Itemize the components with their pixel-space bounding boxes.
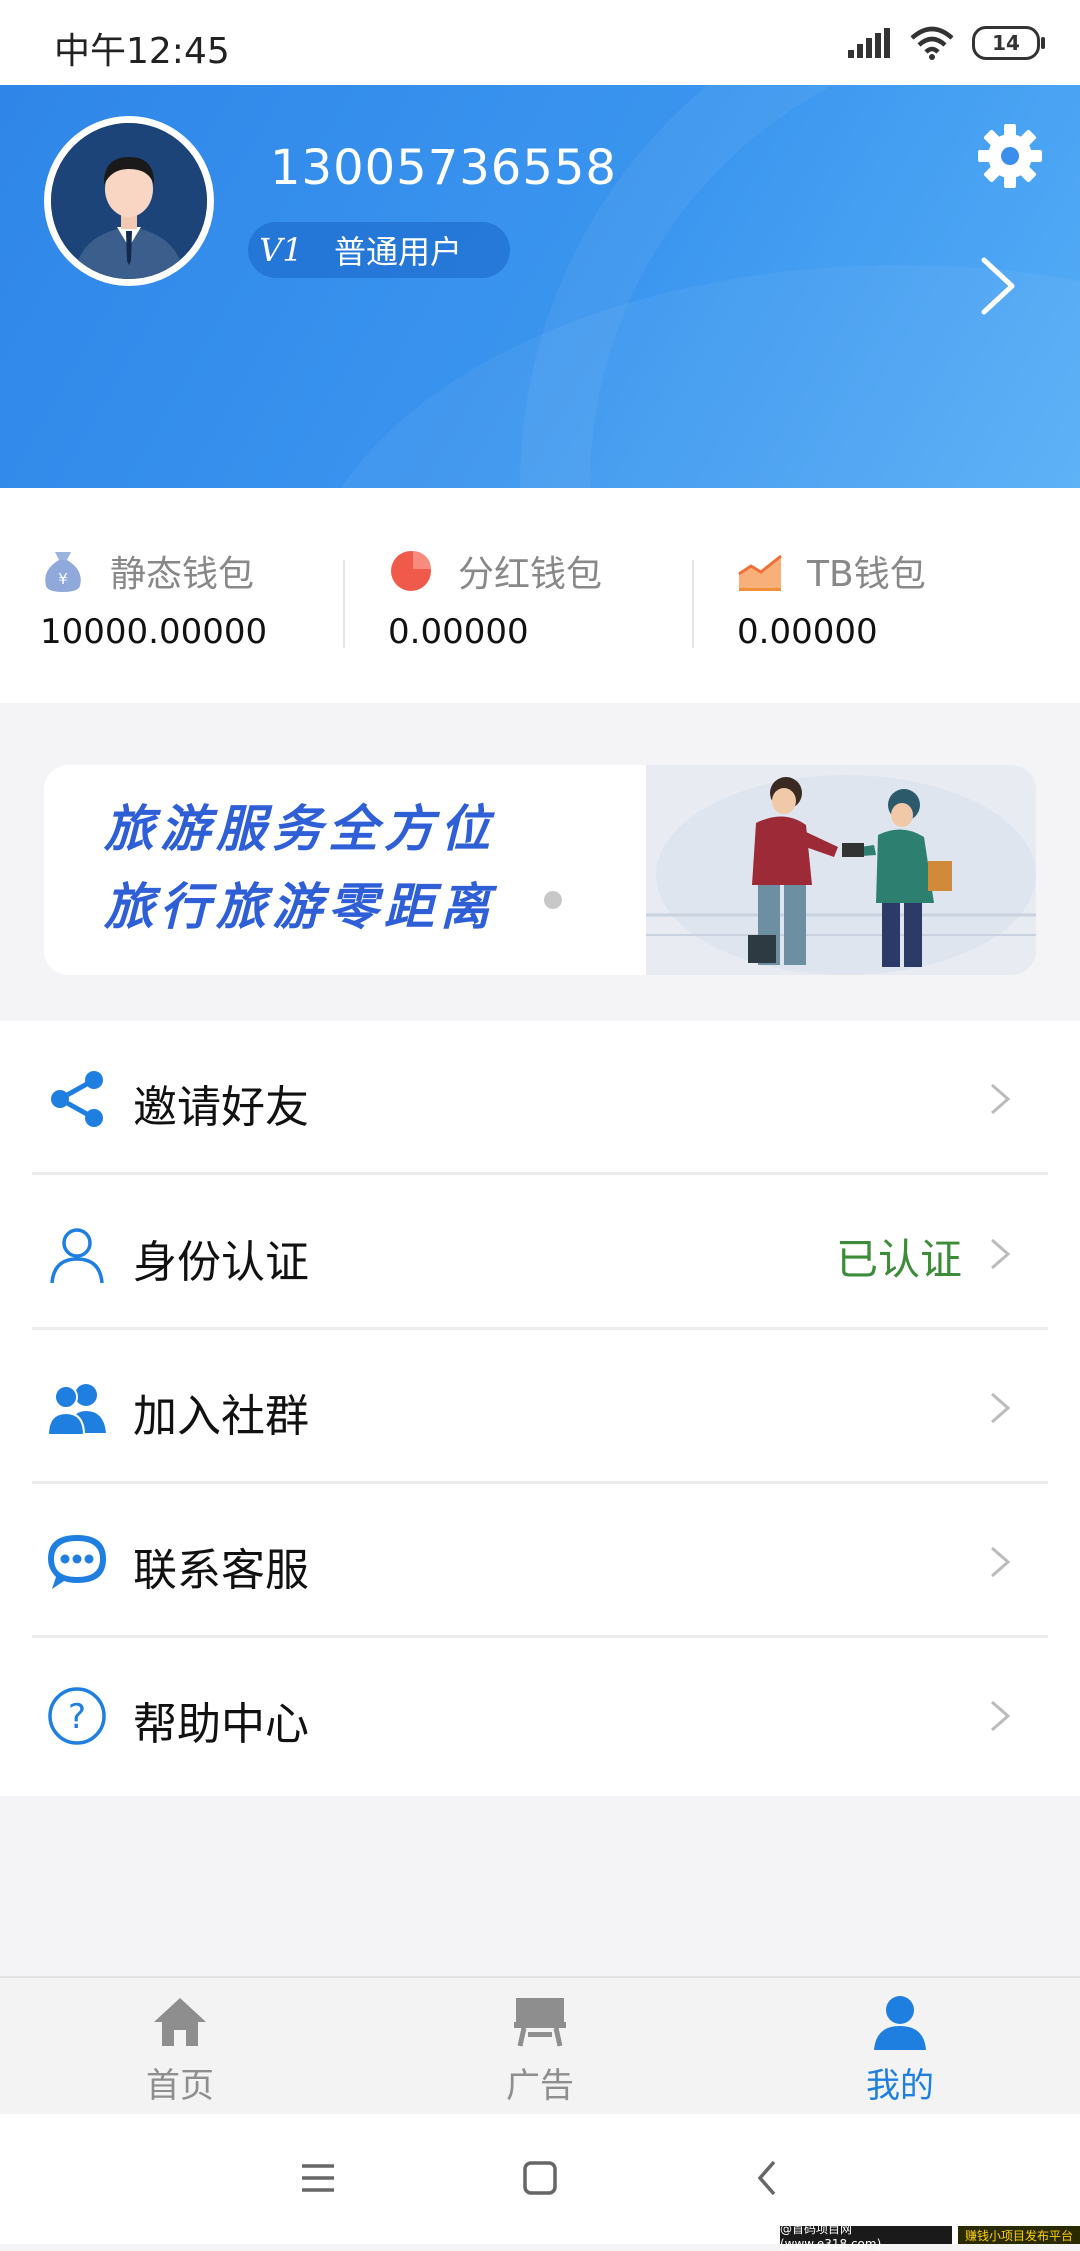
nav-mine[interactable]: 我的 xyxy=(720,1978,1080,2114)
signal-icon xyxy=(848,28,890,58)
billboard-icon xyxy=(514,1998,566,2047)
user-outline-icon xyxy=(50,1228,104,1284)
money-bag-icon: ¥ xyxy=(45,552,81,592)
share-icon xyxy=(51,1071,103,1127)
nav-label: 我的 xyxy=(866,2066,934,2106)
menu-item-identity[interactable]: 身份认证 已认证 xyxy=(0,1176,1080,1330)
wifi-icon xyxy=(910,26,954,60)
chevron-right-icon xyxy=(991,1392,1011,1424)
banner-line-2: 旅行旅游零距离 xyxy=(104,878,496,936)
status-time: 中午12:45 xyxy=(54,31,230,72)
nav-home[interactable]: 首页 xyxy=(0,1978,360,2114)
menu-item-invite[interactable]: 邀请好友 xyxy=(0,1021,1080,1175)
menu-label: 邀请好友 xyxy=(133,1082,309,1133)
wallet-title: TB钱包 xyxy=(807,554,926,595)
promo-banner[interactable]: 旅游服务全方位 旅行旅游零距离 xyxy=(44,765,1036,975)
svg-text:?: ? xyxy=(68,1697,86,1737)
wallet-dividend[interactable]: 分红钱包 0.00000 xyxy=(388,546,688,652)
menu-label: 身份认证 xyxy=(133,1237,309,1288)
banner-dot-2[interactable] xyxy=(544,891,562,909)
banner-line-1: 旅游服务全方位 xyxy=(104,800,496,858)
chat-bubble-icon xyxy=(48,1535,106,1589)
menu-item-help[interactable]: ? 帮助中心 xyxy=(0,1638,1080,1792)
home-icon xyxy=(154,1998,206,2046)
profile-chevron-right-icon[interactable] xyxy=(978,256,1018,316)
wallet-value: 0.00000 xyxy=(737,612,878,652)
home-square-icon[interactable] xyxy=(518,2158,562,2198)
wallet-static[interactable]: ¥ 静态钱包 10000.00000 xyxy=(40,546,340,652)
user-phone: 13005736558 xyxy=(270,140,617,196)
avatar-person-icon xyxy=(51,123,207,279)
watermark-right: 赚钱小项目发布平台 xyxy=(958,2226,1080,2244)
bottom-nav: 首页 广告 我的 xyxy=(0,1976,1080,2114)
group-icon xyxy=(46,1384,106,1436)
person-icon xyxy=(874,1996,926,2050)
nav-label: 首页 xyxy=(146,2066,214,2106)
avatar[interactable] xyxy=(44,116,214,286)
menu-label: 帮助中心 xyxy=(133,1699,309,1750)
menu-label: 联系客服 xyxy=(133,1545,309,1596)
wallet-summary: ¥ 静态钱包 10000.00000 分红钱包 0.00000 TB钱包 0.0… xyxy=(0,488,1080,703)
menu-item-community[interactable]: 加入社群 xyxy=(0,1330,1080,1484)
battery-level: 14 xyxy=(992,31,1020,55)
level-badge: V1 xyxy=(259,231,303,269)
user-level: V1 普通用户 xyxy=(248,222,510,278)
wallet-title: 分红钱包 xyxy=(458,554,603,595)
level-name: 普通用户 xyxy=(334,233,463,271)
chevron-right-icon xyxy=(991,1546,1011,1578)
battery-indicator: 14 xyxy=(972,26,1045,60)
chevron-right-icon xyxy=(991,1700,1011,1732)
wallet-value: 10000.00000 xyxy=(40,612,268,652)
svg-text:¥: ¥ xyxy=(58,570,68,588)
chevron-right-icon xyxy=(991,1083,1011,1115)
chevron-right-icon xyxy=(991,1238,1011,1270)
menu-label: 加入社群 xyxy=(133,1391,309,1442)
status-icons: 14 xyxy=(848,26,1045,60)
help-circle-icon: ? xyxy=(48,1687,106,1745)
watermark-left: @首码项目网(www.e318.com) xyxy=(780,2222,952,2251)
menu-lines-icon[interactable] xyxy=(296,2158,340,2198)
pie-chart-icon xyxy=(391,549,433,591)
nav-ads[interactable]: 广告 xyxy=(360,1978,720,2114)
back-chevron-icon[interactable] xyxy=(746,2158,790,2198)
area-chart-icon xyxy=(738,554,782,591)
wallet-value: 0.00000 xyxy=(388,612,529,652)
settings-gear-icon[interactable] xyxy=(976,122,1044,190)
travel-illustration xyxy=(646,765,1036,975)
wallet-title: 静态钱包 xyxy=(110,554,255,595)
nav-label: 广告 xyxy=(506,2066,574,2106)
status-bar: 中午12:45 14 xyxy=(0,0,1080,85)
menu-item-support[interactable]: 联系客服 xyxy=(0,1484,1080,1638)
menu-list: 邀请好友 身份认证 已认证 加入社群 联系客服 ? 帮助中心 xyxy=(0,1021,1080,1796)
wallet-tb[interactable]: TB钱包 0.00000 xyxy=(737,546,1037,652)
verified-status: 已认证 xyxy=(835,1235,962,1284)
banner-dot-1[interactable] xyxy=(512,891,530,909)
